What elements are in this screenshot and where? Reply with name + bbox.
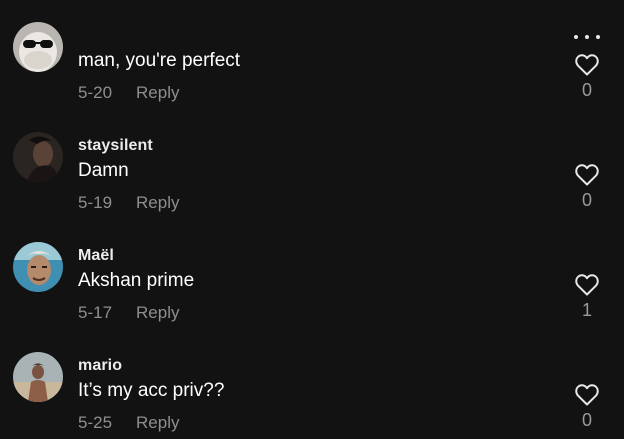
heart-icon[interactable] — [574, 273, 600, 297]
comment-text: Akshan prime — [78, 270, 195, 291]
like-control: 0 — [568, 383, 606, 431]
heart-icon[interactable] — [574, 53, 600, 77]
comment-meta: 5-17 Reply — [78, 303, 180, 323]
comment-date: 5-19 — [78, 193, 113, 212]
reply-button[interactable]: Reply — [136, 413, 179, 433]
comment-meta: 5-20 Reply — [78, 83, 180, 103]
beach-portrait-avatar-icon[interactable] — [13, 352, 63, 402]
comment-item: Maël Akshan prime 5-17 Reply 1 — [0, 220, 624, 330]
reply-button[interactable]: Reply — [136, 193, 179, 213]
like-control: 0 — [568, 53, 606, 101]
comment-text: man, you're perfect — [78, 50, 241, 71]
comment-item: mario It’s my acc priv?? 5-25 Reply 0 — [0, 330, 624, 439]
like-count: 0 — [581, 410, 592, 430]
comment-date: 5-20 — [78, 83, 113, 102]
heart-icon[interactable] — [574, 163, 600, 187]
like-count: 1 — [581, 300, 592, 320]
comment-meta: 5-25 Reply — [78, 413, 180, 433]
comment-username[interactable]: mario — [78, 357, 122, 375]
dark-portrait-avatar-icon[interactable] — [13, 132, 63, 182]
illustrated-face-avatar-icon[interactable] — [13, 242, 63, 292]
comment-meta: 5-19 Reply — [78, 193, 180, 213]
like-count: 0 — [581, 80, 592, 100]
like-control: 0 — [568, 163, 606, 211]
heart-icon[interactable] — [574, 383, 600, 407]
reply-button[interactable]: Reply — [136, 83, 179, 103]
comment-date: 5-17 — [78, 303, 113, 322]
comment-username[interactable]: Maël — [78, 247, 114, 265]
comment-item: man, you're perfect 5-20 Reply 0 — [0, 0, 624, 110]
comment-text: It’s my acc priv?? — [78, 380, 225, 401]
comment-username[interactable]: staysilent — [78, 137, 153, 155]
comment-item: staysilent Damn 5-19 Reply 0 — [0, 110, 624, 220]
reply-button[interactable]: Reply — [136, 303, 179, 323]
like-control: 1 — [568, 273, 606, 321]
sunglasses-avatar-icon[interactable] — [13, 22, 63, 72]
like-count: 0 — [581, 190, 592, 210]
comment-date: 5-25 — [78, 413, 113, 432]
comments-panel: man, you're perfect 5-20 Reply 0 staysil… — [0, 0, 624, 439]
comment-text: Damn — [78, 160, 129, 181]
